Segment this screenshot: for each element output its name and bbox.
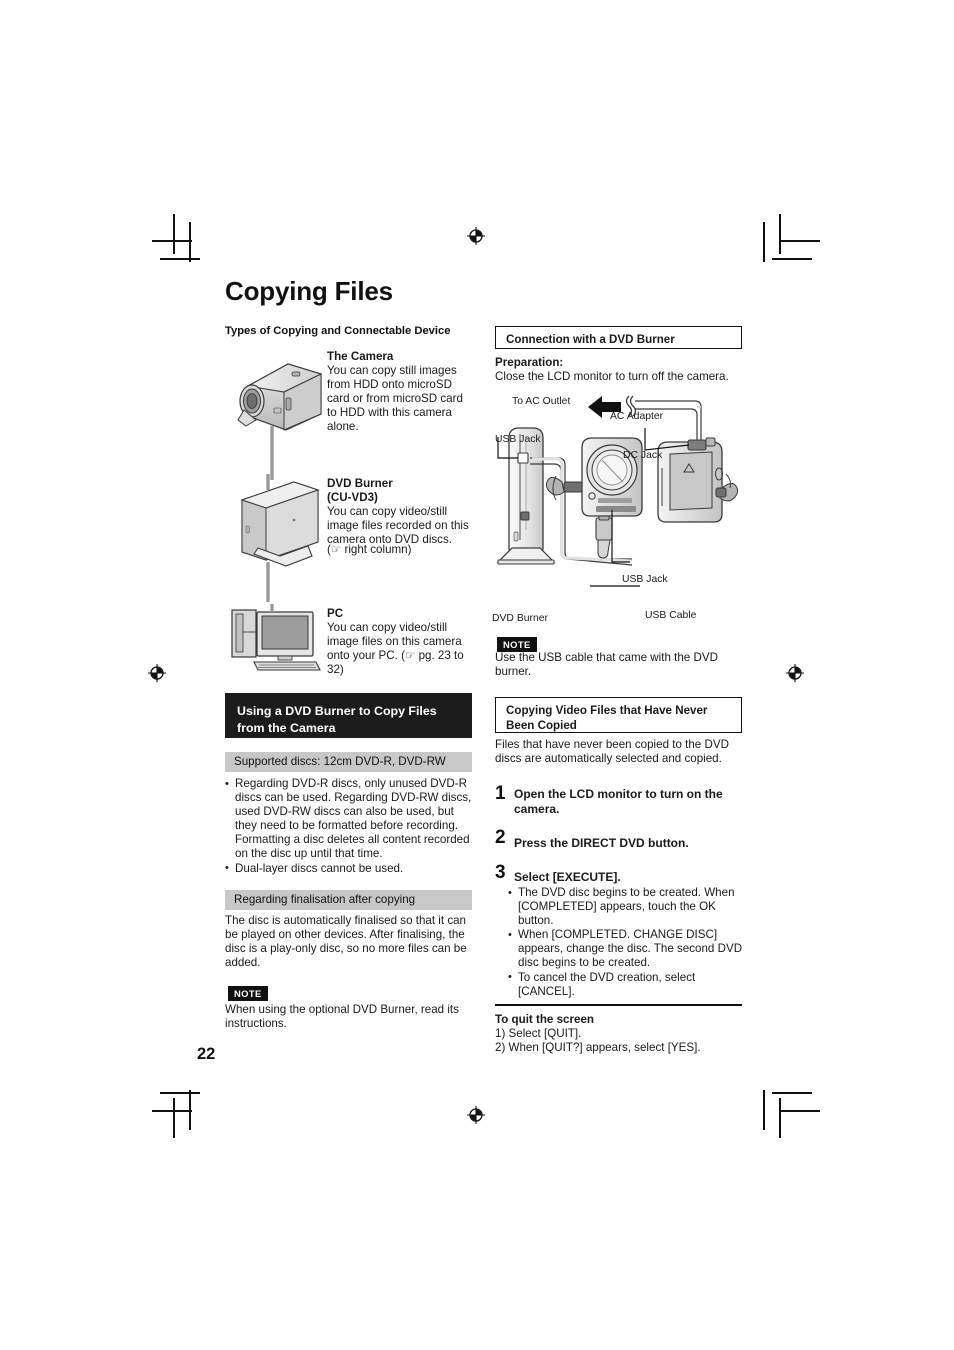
connection-diagram <box>490 390 750 630</box>
page-title: Copying Files <box>225 276 393 306</box>
preparation-body: Close the LCD monitor to turn off the ca… <box>495 370 729 383</box>
list-item: When [COMPLETED. CHANGE DISC] appears, c… <box>508 928 748 970</box>
registration-target-right <box>785 663 805 683</box>
label-usb-jack-burner: USB Jack <box>495 434 541 445</box>
preparation-label: Preparation: <box>495 356 564 369</box>
quit-line-1: 1) Select [QUIT]. <box>495 1027 582 1040</box>
step-number-1: 1 <box>495 783 506 804</box>
note-body-right: Use the USB cable that came with the DVD… <box>495 651 718 679</box>
crop-mark-br-h <box>780 1110 820 1112</box>
label-dc-jack: DC Jack <box>623 450 663 461</box>
crop-mark-tr-v2 <box>763 222 765 262</box>
label-dvd-burner: DVD Burner <box>492 613 549 624</box>
list-item: To cancel the DVD creation, select [CANC… <box>508 970 748 999</box>
supported-discs-bar: Supported discs: 12cm DVD-R, DVD-RW <box>225 752 472 772</box>
list-item: Dual-layer discs cannot be used. <box>225 861 473 876</box>
item-camera-body: You can copy still images from HDD onto … <box>327 364 463 434</box>
crop-mark-tr-h2 <box>772 258 812 260</box>
label-ac-adapter: AC Adapter <box>610 411 664 422</box>
section-subtitle: Types of Copying and Connectable Device <box>225 325 451 337</box>
crop-mark-br-v2 <box>763 1090 765 1130</box>
item-camera-heading: The Camera <box>327 350 394 363</box>
step-text-1: Open the LCD monitor to turn on the came… <box>514 787 723 816</box>
list-item: Regarding DVD-R discs, only unused DVD-R… <box>225 777 473 862</box>
quit-heading: To quit the screen <box>495 1013 594 1026</box>
list-item: The DVD disc begins to be created. When … <box>508 885 748 928</box>
note-body-left: When using the optional DVD Burner, read… <box>225 1003 459 1031</box>
quit-line-2: 2) When [QUIT?] appears, select [YES]. <box>495 1041 701 1054</box>
step3-bullets: The DVD disc begins to be created. When … <box>508 885 748 999</box>
divider-rule <box>495 1004 742 1006</box>
copying-heading-line-2: Been Copied <box>506 719 577 732</box>
page-number: 22 <box>197 1045 216 1063</box>
crop-mark-bl-v <box>173 1098 175 1138</box>
label-usb-cable: USB Cable <box>645 610 697 621</box>
crop-mark-tl-h2 <box>160 258 200 260</box>
copying-heading-line-1: Copying Video Files that Have Never <box>506 704 708 717</box>
item-pc-heading: PC <box>327 607 344 620</box>
step-text-2: Press the DIRECT DVD button. <box>514 836 689 850</box>
finalisation-bar: Regarding finalisation after copying <box>225 890 472 910</box>
crop-mark-tl-v2 <box>189 222 191 262</box>
finalisation-body: The disc is automatically finalised so t… <box>225 914 467 970</box>
copying-body: Files that have never been copied to the… <box>495 738 729 766</box>
step-text-3: Select [EXECUTE]. <box>514 870 621 884</box>
step-number-2: 2 <box>495 827 506 848</box>
crop-mark-bl-h2 <box>160 1092 200 1094</box>
crop-mark-tr-h <box>780 240 820 242</box>
item-dvdburner-body: You can copy video/still image files rec… <box>327 505 469 547</box>
item-dvdburner-heading-1: DVD Burner <box>327 477 393 490</box>
copying-video-files-heading: Copying Video Files that Have Never Been… <box>495 697 742 733</box>
registration-target-bottom <box>466 1105 486 1125</box>
banner-line-2: from the Camera <box>237 720 336 735</box>
connection-heading: Connection with a DVD Burner <box>495 326 742 349</box>
registration-target-left <box>147 663 167 683</box>
label-usb-jack-camera: USB Jack <box>622 574 668 585</box>
step-number-3: 3 <box>495 862 506 883</box>
section-banner-dvd-burner: Using a DVD Burner to Copy Files from th… <box>225 693 472 738</box>
crop-mark-br-h2 <box>772 1092 812 1094</box>
item-pc-body: You can copy video/still image files on … <box>327 621 464 677</box>
banner-line-1: Using a DVD Burner to Copy Files <box>237 704 437 718</box>
note-badge-right: NOTE <box>497 637 537 652</box>
crop-mark-tl-h <box>152 240 192 242</box>
supported-discs-list: Regarding DVD-R discs, only unused DVD-R… <box>225 777 473 876</box>
crop-mark-tr-v <box>779 214 781 254</box>
label-to-ac-outlet: To AC Outlet <box>512 396 571 407</box>
item-dvdburner-ref: (☞ right column) <box>327 543 412 556</box>
crop-mark-br-v <box>779 1098 781 1138</box>
registration-target-top <box>466 226 486 246</box>
crop-mark-bl-h <box>152 1110 192 1112</box>
pc-icon <box>228 604 323 672</box>
item-dvdburner-heading-2: (CU-VD3) <box>327 491 378 504</box>
camcorder-icon <box>226 352 326 482</box>
crop-mark-bl-v2 <box>189 1090 191 1130</box>
crop-mark-tl-v <box>173 214 175 254</box>
document-page: Copying Files Types of Copying and Conne… <box>0 0 954 1350</box>
note-badge-left: NOTE <box>228 986 268 1001</box>
dvd-burner-icon <box>232 474 328 604</box>
